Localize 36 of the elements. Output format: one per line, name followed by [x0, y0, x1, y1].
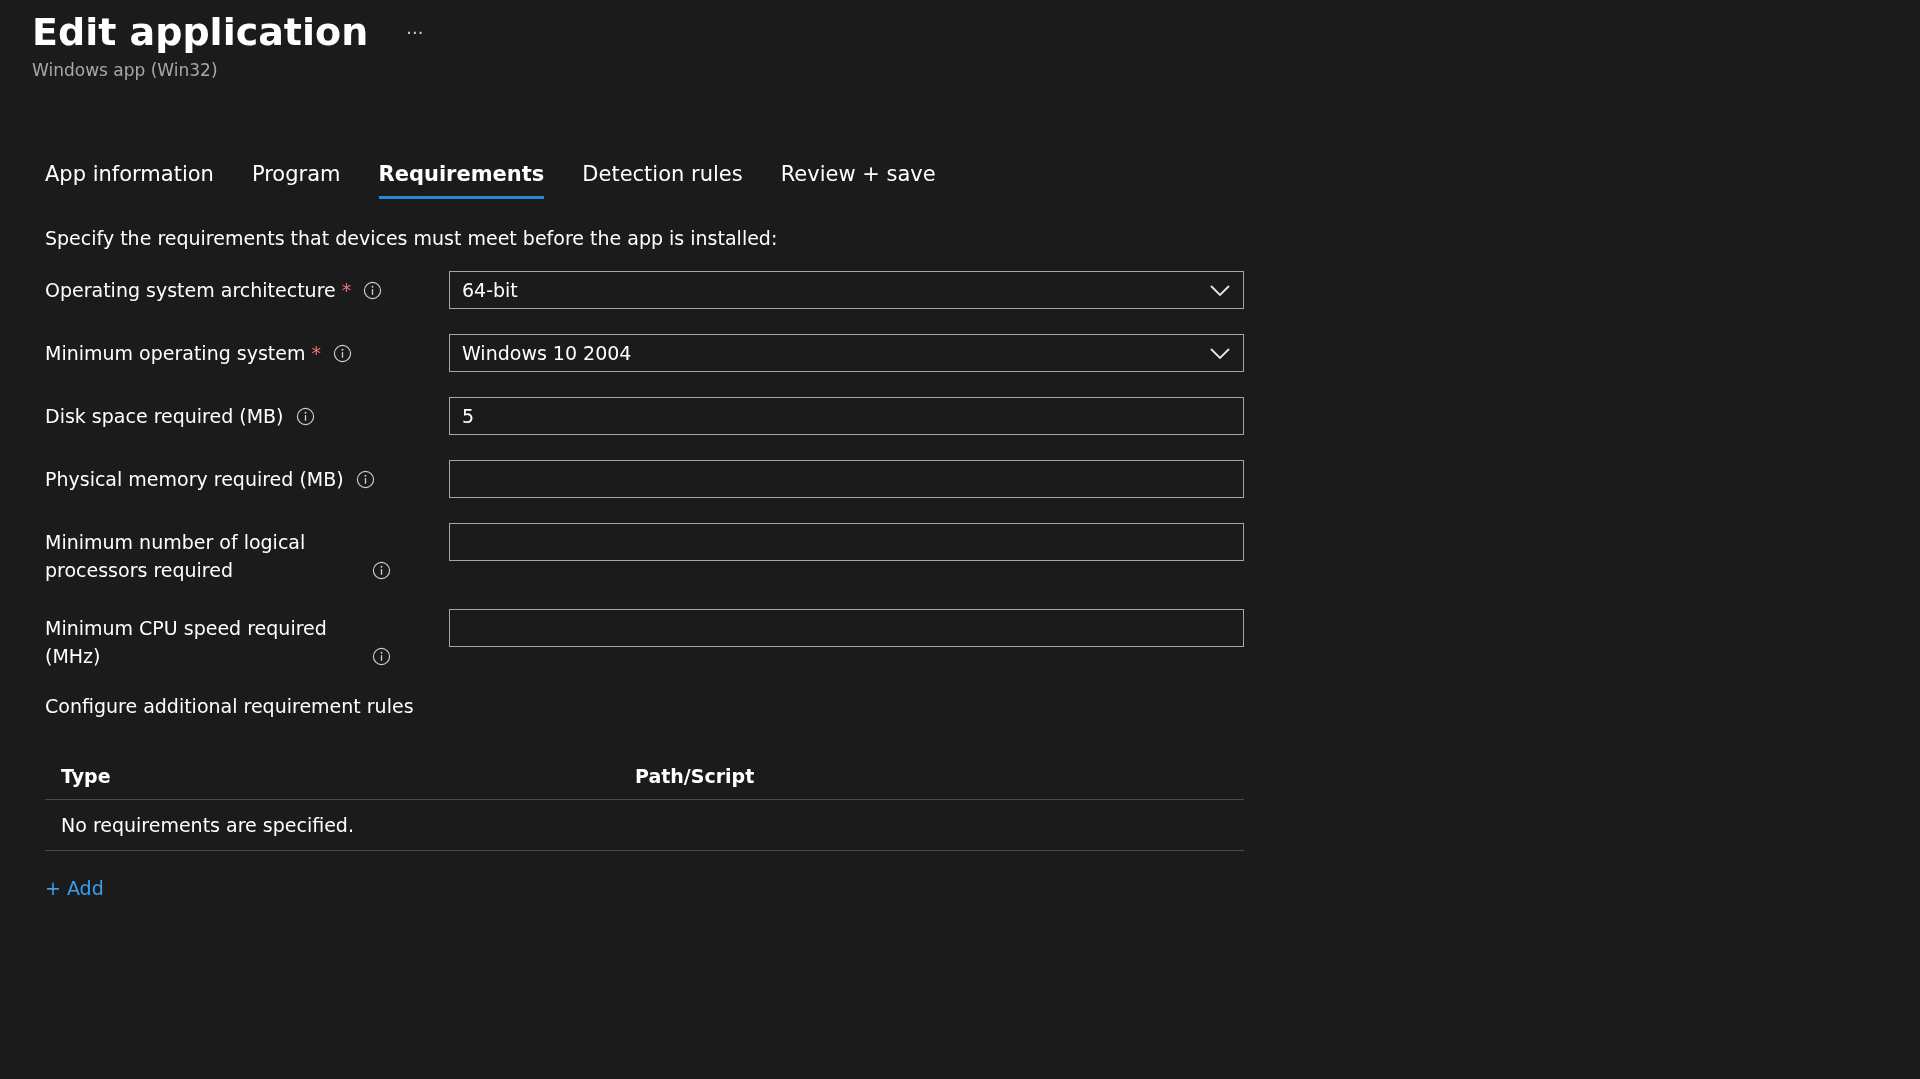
chevron-down-icon	[1209, 283, 1231, 297]
required-mark: *	[311, 342, 321, 364]
input-field[interactable]: 5	[449, 397, 1244, 435]
input-field[interactable]	[449, 460, 1244, 498]
page-subtitle: Windows app (Win32)	[32, 60, 219, 80]
field-label: Minimum number of logical processors required	[45, 530, 307, 583]
required-mark: *	[341, 279, 352, 301]
field-label: Minimum CPU speed required (MHz)	[45, 616, 328, 669]
tab[interactable]: Review + save	[780, 154, 936, 199]
field-label: Operating system architecture	[45, 278, 336, 303]
tab[interactable]: Detection rules	[582, 154, 743, 199]
column-header: Path/Script	[635, 765, 756, 787]
section-heading: Configure additional requirement rules	[45, 695, 415, 717]
empty-message: No requirements are specified.	[45, 800, 1244, 851]
tab[interactable]: Requirements	[378, 154, 545, 199]
page-title: Edit application	[32, 9, 369, 56]
info-icon[interactable]	[372, 561, 391, 580]
info-icon[interactable]	[355, 470, 375, 489]
dropdown[interactable]: Windows 10 2004	[449, 334, 1244, 372]
column-header: Type	[61, 765, 112, 787]
intro-text: Specify the requirements that devices must meet before the app is installed:	[45, 227, 779, 249]
add-link[interactable]: + Add	[45, 877, 104, 899]
info-icon[interactable]	[295, 407, 315, 426]
field-label: Physical memory required (MB)	[45, 467, 344, 492]
field-label: Disk space required (MB)	[45, 404, 284, 429]
input-field[interactable]	[449, 523, 1244, 561]
more-options[interactable]: ···	[406, 21, 424, 43]
info-icon[interactable]	[363, 281, 383, 300]
field-label: Minimum operating system	[45, 341, 306, 366]
tab[interactable]: Program	[251, 154, 341, 199]
input-field[interactable]	[449, 609, 1244, 647]
tab[interactable]: App information	[45, 154, 214, 199]
dropdown[interactable]: 64-bit	[449, 271, 1244, 309]
info-icon[interactable]	[372, 647, 391, 666]
info-icon[interactable]	[333, 344, 352, 363]
chevron-down-icon	[1209, 346, 1231, 360]
